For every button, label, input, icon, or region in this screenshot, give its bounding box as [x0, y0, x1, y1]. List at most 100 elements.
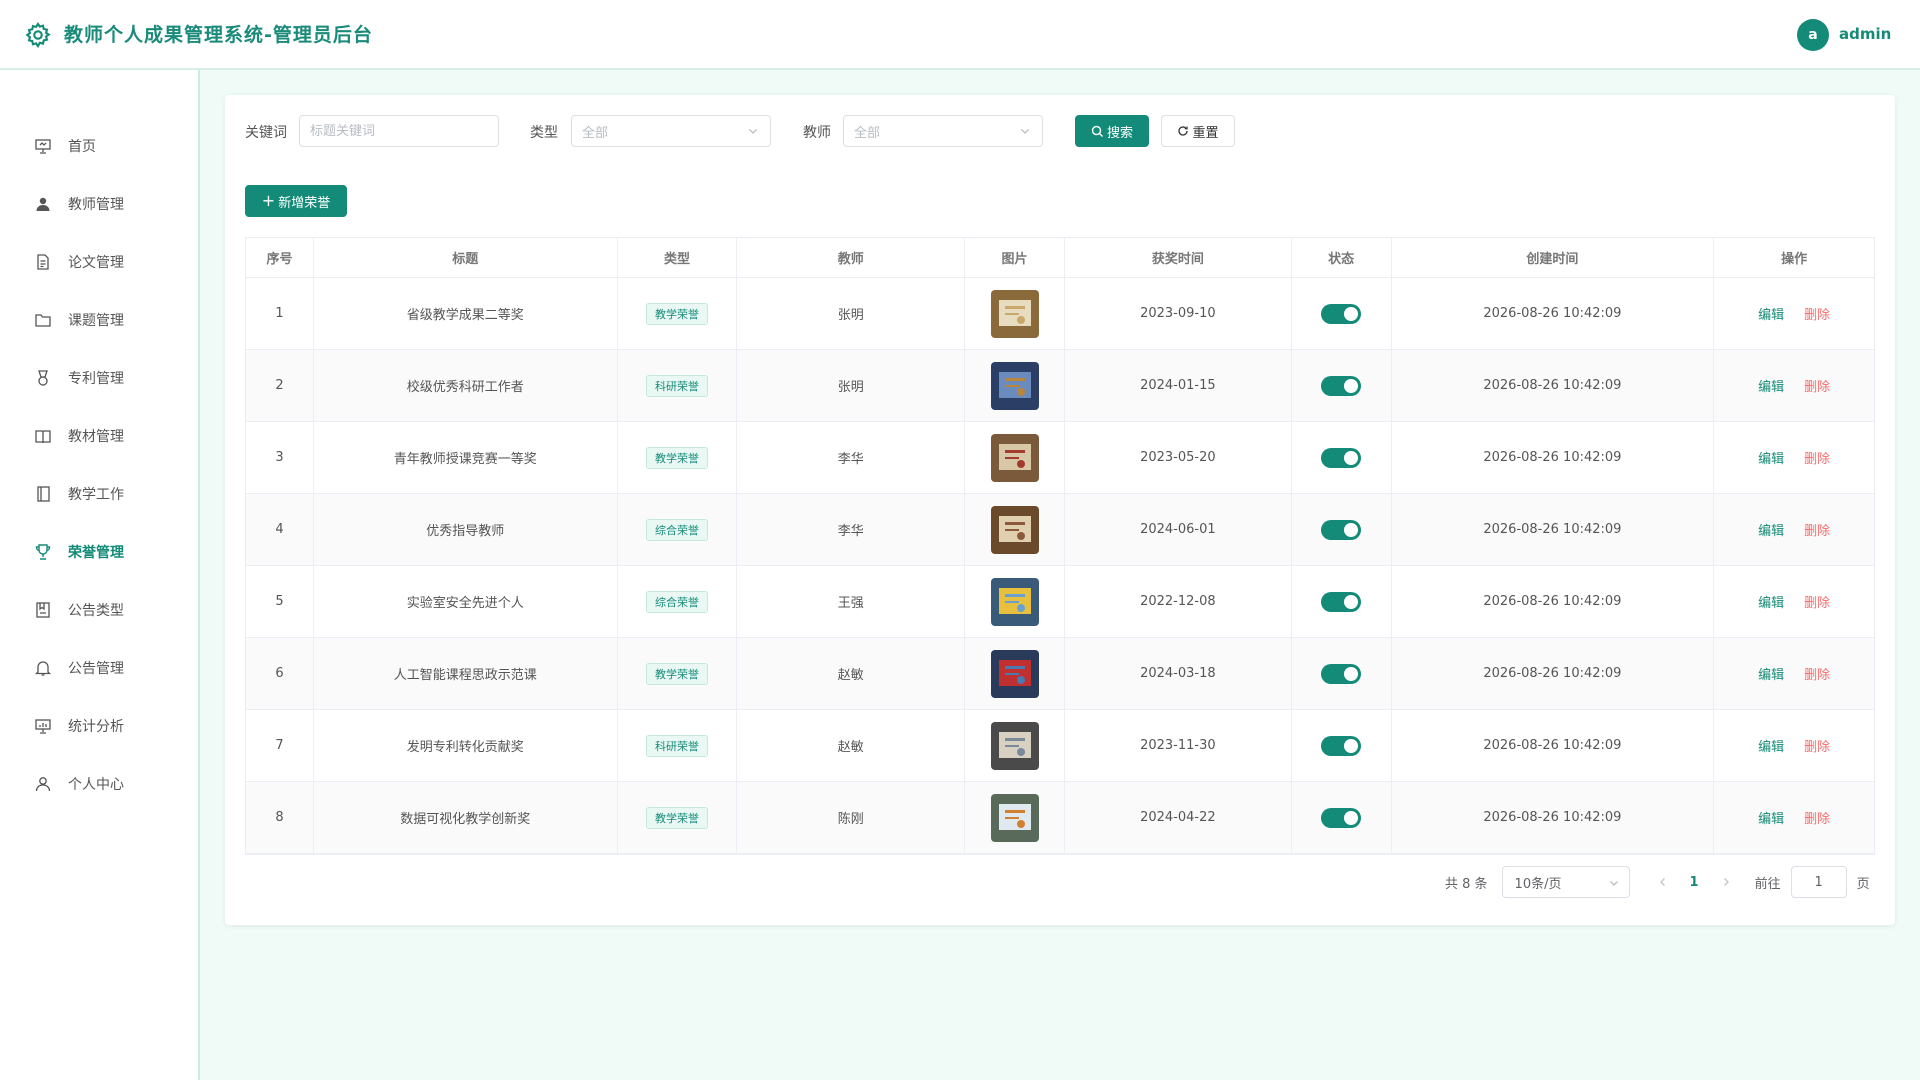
- medal-icon: [38, 370, 48, 386]
- sidebar-item-notices[interactable]: 公告管理: [0, 639, 198, 697]
- pagination-total: 共 8 条: [1445, 876, 1488, 892]
- delete-button[interactable]: 删除: [1804, 808, 1830, 827]
- delete-button[interactable]: 删除: [1804, 520, 1830, 539]
- cell-image: [965, 350, 1065, 421]
- sidebar-item-honors[interactable]: 荣誉管理: [0, 523, 198, 581]
- cell-status: [1292, 710, 1392, 781]
- sidebar-item-papers[interactable]: 论文管理: [0, 233, 198, 291]
- honor-image-thumbnail[interactable]: [990, 577, 1039, 626]
- honor-image-thumbnail[interactable]: [990, 649, 1039, 698]
- table-row: 4 优秀指导教师 综合荣誉 李华 2024-06-01 2026-08-26 10:42:…: [246, 494, 1874, 566]
- column-header: 教师: [737, 238, 966, 277]
- cell-award-date: 2024-01-15: [1065, 350, 1292, 421]
- keyword-input[interactable]: [310, 123, 488, 139]
- reset-button[interactable]: 重置: [1161, 115, 1235, 147]
- sidebar-item-statistics[interactable]: 统计分析: [0, 697, 198, 755]
- cell-type: 综合荣誉: [618, 494, 738, 565]
- cell-teacher: 李华: [737, 422, 966, 493]
- status-toggle[interactable]: [1321, 807, 1362, 828]
- next-page-icon[interactable]: [1721, 877, 1731, 887]
- cell-actions: 编辑 删除: [1714, 494, 1874, 565]
- user-outline-icon: [35, 777, 51, 792]
- username[interactable]: admin: [1839, 25, 1891, 43]
- delete-button[interactable]: 删除: [1804, 448, 1830, 467]
- table-row: 3 青年教师授课竞赛一等奖 教学荣誉 李华 2023-05-20 2026-08-26 1…: [246, 422, 1874, 494]
- delete-button[interactable]: 删除: [1804, 304, 1830, 323]
- delete-button[interactable]: 删除: [1804, 736, 1830, 755]
- cell-teacher: 赵敏: [737, 710, 966, 781]
- table-row: 5 实验室安全先进个人 综合荣誉 王强 2022-12-08 2026-08-26 10:…: [246, 566, 1874, 638]
- honor-image-thumbnail[interactable]: [990, 361, 1039, 410]
- edit-button[interactable]: 编辑: [1758, 376, 1784, 395]
- honor-image-thumbnail[interactable]: [990, 289, 1039, 338]
- cell-status: [1292, 638, 1392, 709]
- delete-button[interactable]: 删除: [1804, 592, 1830, 611]
- cell-actions: 编辑 删除: [1714, 710, 1874, 781]
- cell-created: 2026-08-26 10:42:09: [1392, 350, 1715, 421]
- table-header: 序号 标题 类型 教师 图片 获奖时间 状态 创建时间 操作: [246, 238, 1874, 278]
- cell-index: 4: [246, 494, 314, 565]
- table-row: 2 校级优秀科研工作者 科研荣誉 张明 2024-01-15 2026-08-26 10:…: [246, 350, 1874, 422]
- sidebar-item-patents[interactable]: 专利管理: [0, 349, 198, 407]
- reset-button-label: 重置: [1192, 125, 1219, 141]
- edit-button[interactable]: 编辑: [1758, 592, 1784, 611]
- toggle-knob: [1344, 378, 1359, 393]
- status-toggle[interactable]: [1321, 591, 1362, 612]
- chevron-down-icon: [1609, 881, 1618, 886]
- sidebar-item-label: 个人中心: [68, 777, 124, 793]
- edit-button[interactable]: 编辑: [1758, 736, 1784, 755]
- sidebar-item-projects[interactable]: 课题管理: [0, 291, 198, 349]
- status-toggle[interactable]: [1321, 303, 1362, 324]
- cell-created: 2026-08-26 10:42:09: [1392, 638, 1715, 709]
- honor-image-thumbnail[interactable]: [990, 433, 1039, 482]
- keyword-input-box[interactable]: [299, 115, 499, 147]
- edit-button[interactable]: 编辑: [1758, 664, 1784, 683]
- status-toggle[interactable]: [1321, 447, 1362, 468]
- edit-button[interactable]: 编辑: [1758, 808, 1784, 827]
- honor-image-thumbnail[interactable]: [990, 505, 1039, 554]
- sidebar-item-teaching[interactable]: 教学工作: [0, 465, 198, 523]
- search-button[interactable]: 搜索: [1075, 115, 1149, 147]
- status-toggle[interactable]: [1321, 735, 1362, 756]
- refresh-icon: [1178, 126, 1189, 136]
- status-toggle[interactable]: [1321, 663, 1362, 684]
- status-toggle[interactable]: [1321, 375, 1362, 396]
- sidebar-item-label: 教师管理: [68, 197, 124, 213]
- honor-image-thumbnail[interactable]: [990, 793, 1039, 842]
- type-tag: 综合荣誉: [645, 590, 708, 613]
- cell-teacher: 王强: [737, 566, 966, 637]
- prev-page-icon[interactable]: [1658, 877, 1668, 887]
- cell-actions: 编辑 删除: [1714, 350, 1874, 421]
- sidebar-item-profile[interactable]: 个人中心: [0, 755, 198, 813]
- cell-status: [1292, 278, 1392, 349]
- goto-page-input[interactable]: 1: [1790, 866, 1847, 898]
- user-icon: [36, 197, 50, 211]
- bell-icon: [34, 661, 52, 676]
- sidebar-item-teachers[interactable]: 教师管理: [0, 175, 198, 233]
- page-size-select[interactable]: 10条/页: [1501, 866, 1630, 898]
- type-select[interactable]: 全部: [571, 115, 771, 147]
- sidebar-item-textbooks[interactable]: 教材管理: [0, 407, 198, 465]
- edit-button[interactable]: 编辑: [1758, 520, 1784, 539]
- add-honor-button[interactable]: + 新增荣誉: [245, 185, 347, 217]
- toggle-knob: [1344, 594, 1359, 609]
- delete-button[interactable]: 删除: [1804, 376, 1830, 395]
- cell-teacher: 陈刚: [737, 782, 966, 853]
- avatar[interactable]: a: [1797, 19, 1829, 51]
- edit-button[interactable]: 编辑: [1758, 304, 1784, 323]
- cell-image: [965, 638, 1065, 709]
- cell-status: [1292, 350, 1392, 421]
- delete-button[interactable]: 删除: [1804, 664, 1830, 683]
- current-page[interactable]: 1: [1690, 875, 1699, 890]
- cell-created: 2026-08-26 10:42:09: [1392, 710, 1715, 781]
- cell-status: [1292, 566, 1392, 637]
- type-tag: 综合荣誉: [645, 518, 708, 541]
- pagination: 共 8 条 10条/页 1 前往 1 页: [1445, 866, 1870, 898]
- edit-button[interactable]: 编辑: [1758, 448, 1784, 467]
- sidebar-item-notice-types[interactable]: 公告类型: [0, 581, 198, 639]
- status-toggle[interactable]: [1321, 519, 1362, 540]
- honor-image-thumbnail[interactable]: [990, 721, 1039, 770]
- teacher-select[interactable]: 全部: [843, 115, 1043, 147]
- sidebar-item-home[interactable]: 首页: [0, 117, 198, 175]
- cell-index: 3: [246, 422, 314, 493]
